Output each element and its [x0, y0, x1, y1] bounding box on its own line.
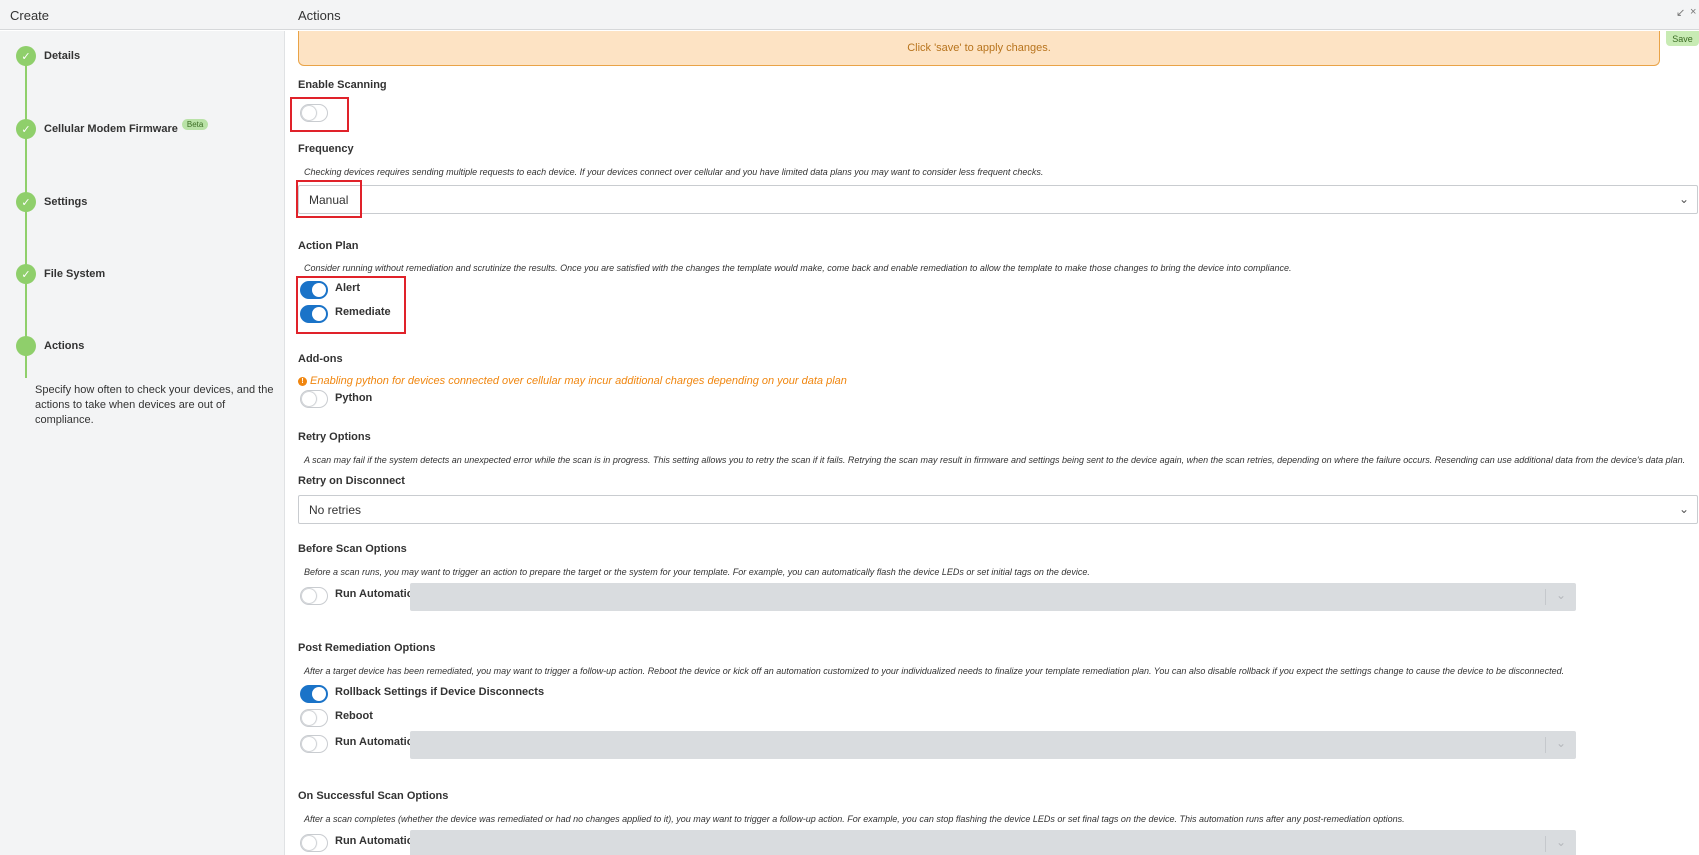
check-icon: ✓ — [16, 119, 36, 139]
chevron-down-icon: ⌄ — [1678, 502, 1689, 516]
panel-title-create: Create — [10, 8, 50, 23]
frequency-help: Checking devices requires sending multip… — [304, 167, 1044, 177]
retry-select[interactable]: No retries ⌄ — [298, 495, 1698, 524]
post-remediation-automation-label: Run Automation — [335, 736, 421, 748]
step-actions[interactable]: Actions — [16, 336, 84, 356]
current-step-dot — [16, 336, 36, 356]
chevron-down-icon: ⌄ — [1555, 835, 1566, 849]
on-success-title: On Successful Scan Options — [298, 790, 449, 802]
top-bar: Create Actions ↙ × — [0, 0, 1699, 30]
step-label: Cellular Modem Firmware Beta — [44, 119, 209, 135]
check-icon: ✓ — [16, 46, 36, 66]
close-icon[interactable]: × — [1690, 6, 1696, 18]
step-settings[interactable]: ✓ Settings — [16, 192, 87, 212]
stepper-line — [25, 58, 27, 378]
frequency-title: Frequency — [298, 143, 354, 155]
enable-scanning-title: Enable Scanning — [298, 79, 387, 91]
post-remediation-help: After a target device has been remediate… — [304, 666, 1565, 676]
step-description: Specify how often to check your devices,… — [35, 384, 274, 426]
before-scan-title: Before Scan Options — [298, 543, 407, 555]
action-plan-title: Action Plan — [298, 240, 359, 252]
panel-title-actions: Actions — [298, 8, 341, 23]
addons-title: Add-ons — [298, 353, 343, 365]
retry-on-disconnect-title: Retry on Disconnect — [298, 475, 405, 487]
retry-options-title: Retry Options — [298, 431, 371, 443]
python-data-warning: ! Enabling python for devices connected o… — [298, 375, 847, 387]
retry-value: No retries — [309, 503, 362, 517]
warning-icon: ! — [298, 377, 307, 386]
on-success-help: After a scan completes (whether the devi… — [304, 814, 1405, 824]
before-scan-automation-label: Run Automation — [335, 588, 421, 600]
post-remediation-title: Post Remediation Options — [298, 642, 436, 654]
rollback-label: Rollback Settings if Device Disconnects — [335, 686, 545, 698]
check-icon: ✓ — [16, 192, 36, 212]
on-success-automation-label: Run Automation — [335, 835, 421, 847]
select-separator — [1545, 737, 1546, 753]
chevron-down-icon: ⌄ — [1678, 192, 1689, 206]
select-separator — [1545, 836, 1546, 852]
rollback-toggle[interactable] — [300, 685, 328, 703]
save-button[interactable]: Save — [1666, 31, 1699, 46]
on-success-automation-select: ⌄ — [410, 830, 1576, 855]
post-remediation-automation-select: ⌄ — [410, 731, 1576, 759]
on-success-automation-toggle[interactable] — [300, 834, 328, 852]
step-label-text: Cellular Modem Firmware — [44, 123, 178, 135]
python-label: Python — [335, 392, 373, 404]
action-plan-help: Consider running without remediation and… — [304, 263, 1292, 273]
post-remediation-automation-toggle[interactable] — [300, 735, 328, 753]
step-file-system[interactable]: ✓ File System — [16, 264, 105, 284]
reboot-toggle[interactable] — [300, 709, 328, 727]
reboot-label: Reboot — [335, 710, 373, 722]
wizard-sidebar: ✓ Details ✓ Cellular Modem Firmware Beta … — [0, 31, 285, 855]
collapse-icon[interactable]: ↙ — [1676, 6, 1685, 19]
warning-text: Enabling python for devices connected ov… — [310, 375, 847, 387]
retry-options-help: A scan may fail if the system detects an… — [304, 455, 1686, 465]
actions-panel: Click 'save' to apply changes. Save Enab… — [290, 31, 1699, 855]
step-cellular-modem-firmware[interactable]: ✓ Cellular Modem Firmware Beta — [16, 119, 209, 139]
frequency-select[interactable]: Manual ⌄ — [298, 185, 1698, 214]
select-separator — [1545, 589, 1546, 605]
step-details[interactable]: ✓ Details — [16, 46, 80, 66]
unsaved-changes-notice: Click 'save' to apply changes. — [298, 31, 1660, 66]
step-label: Settings — [44, 196, 88, 208]
check-icon: ✓ — [16, 264, 36, 284]
highlight-box — [296, 180, 362, 218]
step-label: File System — [44, 268, 106, 280]
step-label: Details — [44, 50, 81, 62]
chevron-down-icon: ⌄ — [1555, 736, 1566, 750]
chevron-down-icon: ⌄ — [1555, 588, 1566, 602]
beta-badge: Beta — [181, 119, 209, 130]
before-scan-automation-toggle[interactable] — [300, 587, 328, 605]
step-label: Actions — [44, 340, 85, 352]
highlight-box — [296, 276, 406, 334]
before-scan-automation-select: ⌄ — [410, 583, 1576, 611]
before-scan-help: Before a scan runs, you may want to trig… — [304, 567, 1090, 577]
python-toggle[interactable] — [300, 390, 328, 408]
highlight-box — [290, 97, 349, 132]
